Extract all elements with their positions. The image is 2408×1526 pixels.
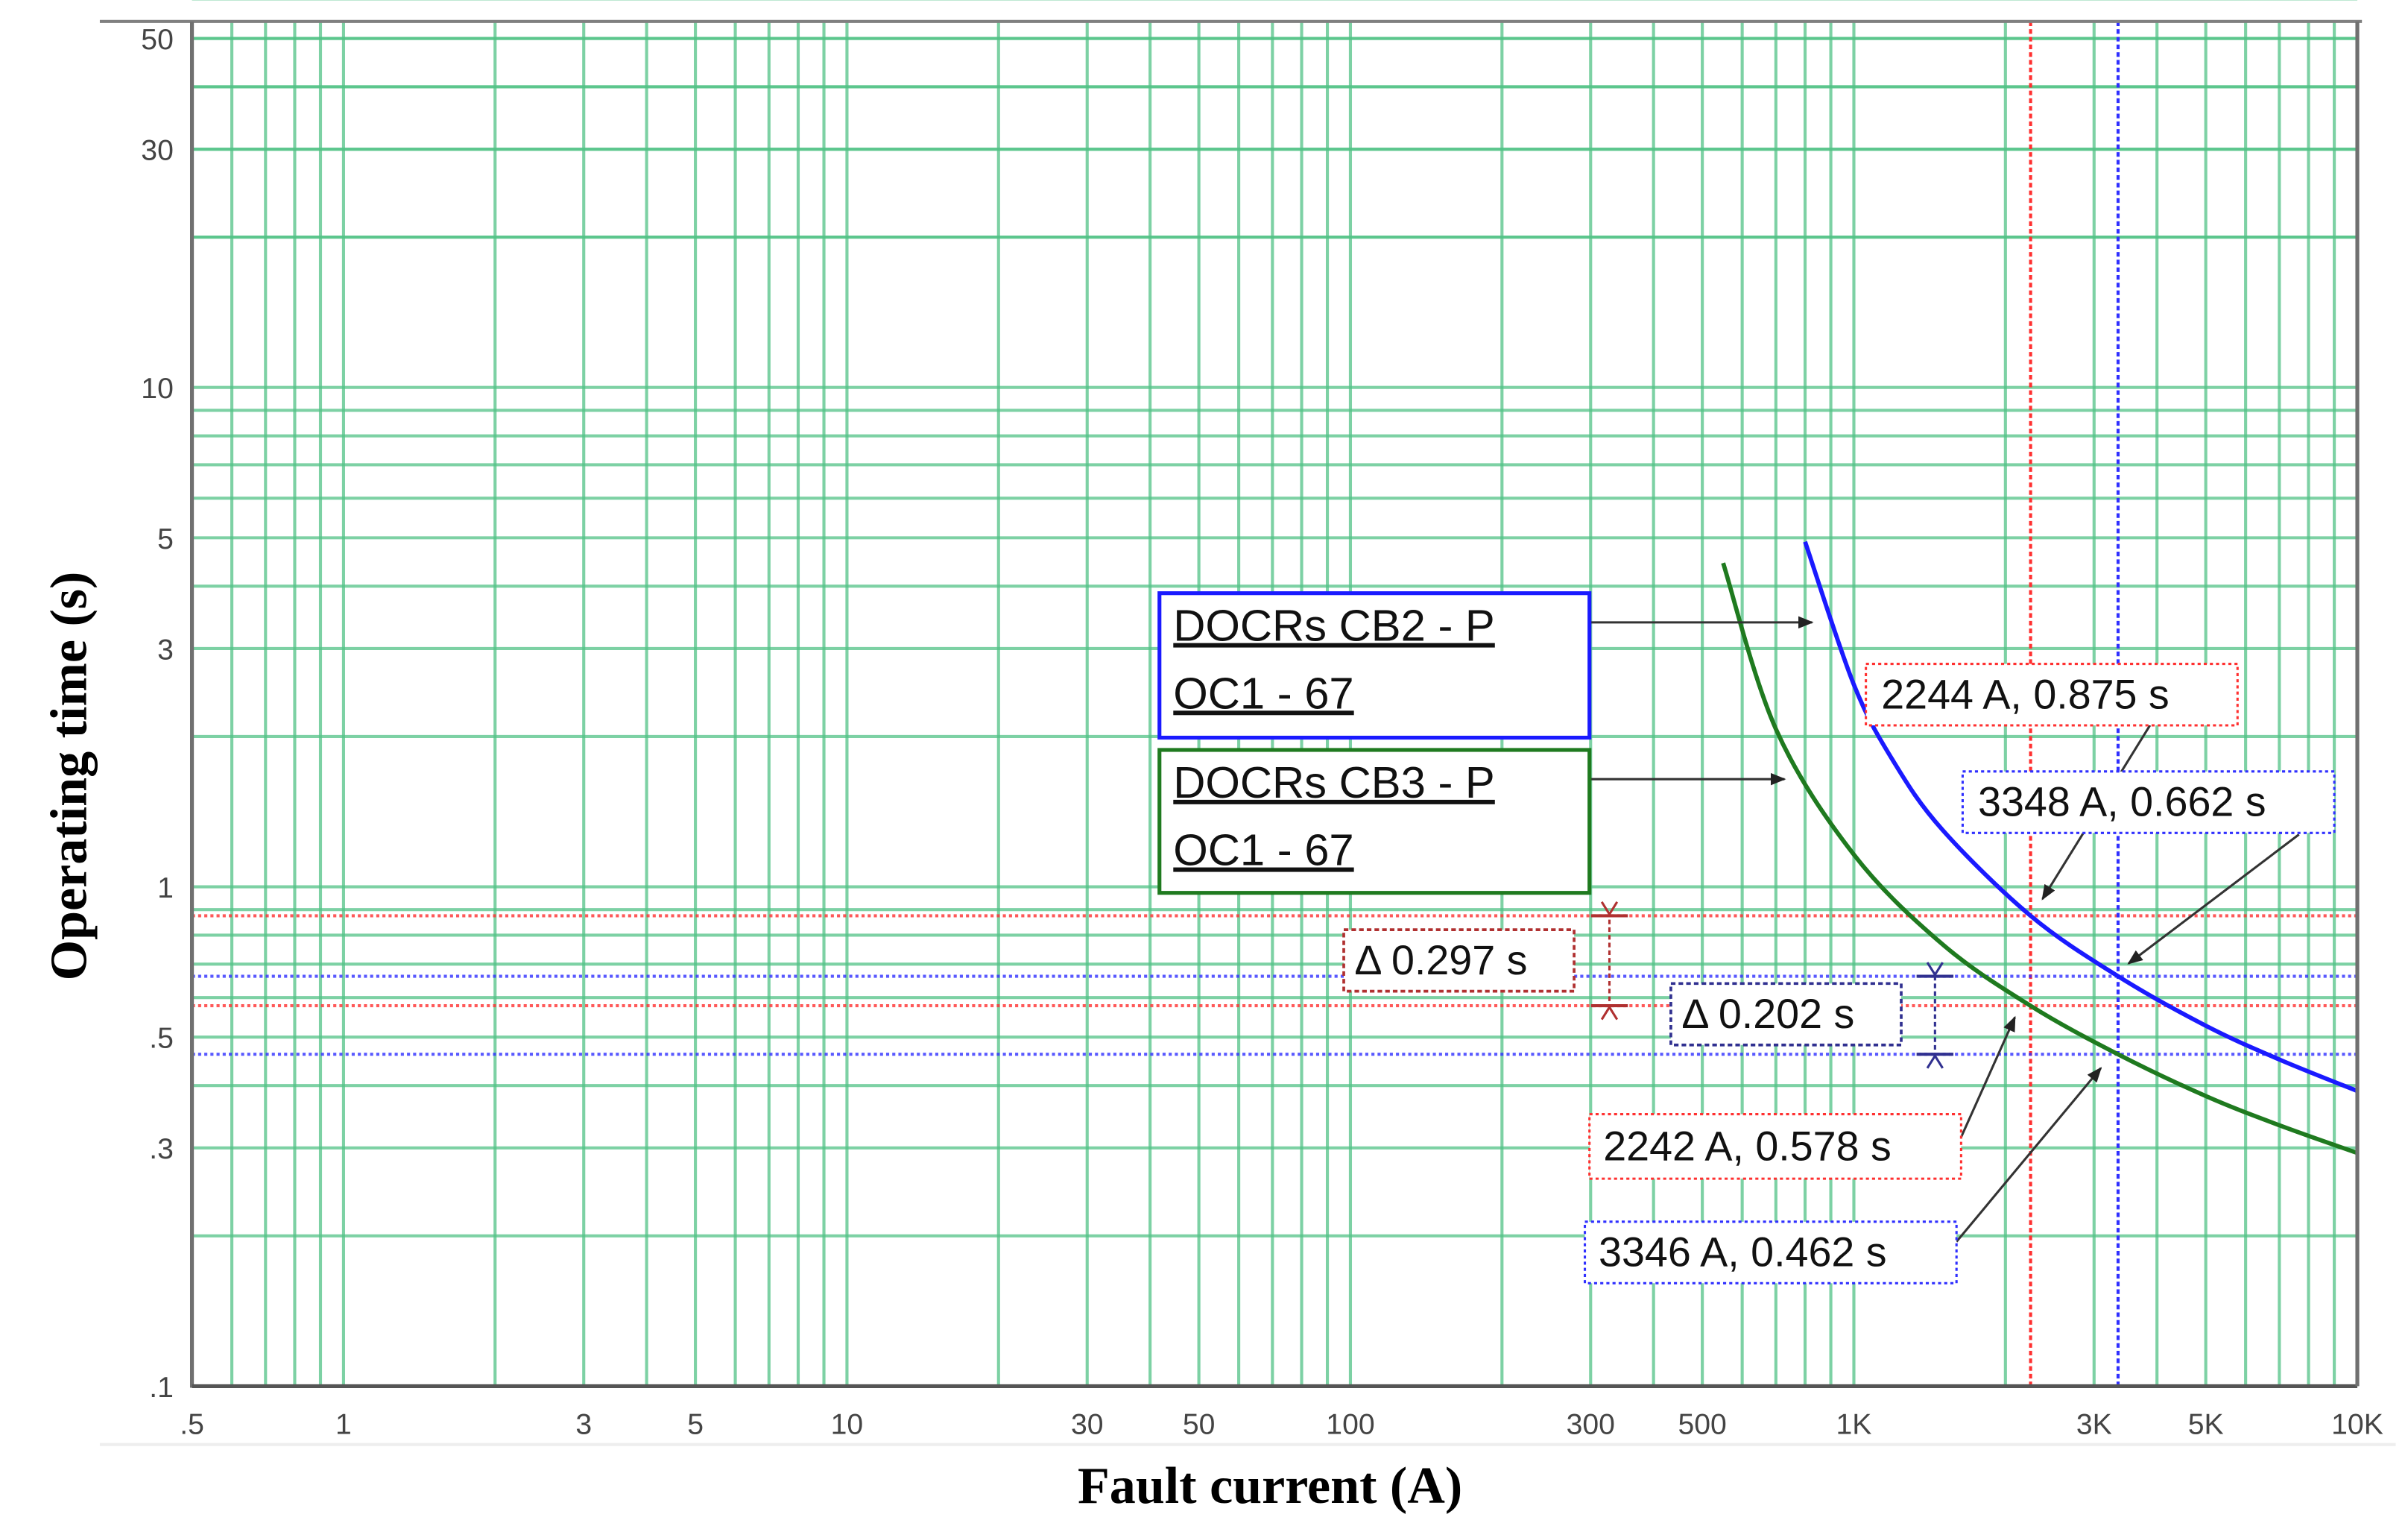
legend-cb2-line1: DOCRs CB2 - P [1173,601,1495,651]
x-tick-label: 30 [1071,1408,1104,1440]
x-tick-label: 300 [1567,1408,1615,1440]
x-tick-label: 3K [2076,1408,2112,1440]
y-tick-label: 3 [157,634,174,666]
annotation-2242: 2242 A, 0.578 s [1588,1112,1962,1180]
x-tick-label: 10 [831,1408,864,1440]
legend-cb2: DOCRs CB2 - P OC1 - 67 [1157,591,1592,740]
annotation-2244: 2244 A, 0.875 s [1865,662,2239,727]
delta-297-text: Δ 0.297 s [1354,937,1527,983]
x-tick-label: .5 [180,1408,204,1440]
x-tick-label: 1K [1836,1408,1872,1440]
curves [1721,540,2359,1155]
y-tick-label: 5 [157,523,174,555]
annotation-2244-text: 2244 A, 0.875 s [1881,671,2170,717]
y-tick-label: 10 [141,373,174,405]
y-tick-label: 1 [157,872,174,904]
x-tick-label: 10K [2331,1408,2383,1440]
y-tick-label: .1 [149,1372,174,1404]
delta-202-marker-arrow-icon [1926,1053,1944,1069]
arrow-3348 [2127,833,2300,965]
x-tick-label: 50 [1183,1408,1216,1440]
y-axis-title: Operating time (s) [40,572,98,981]
annotation-3346: 3346 A, 0.462 s [1583,1220,1958,1284]
x-tick-label: 3 [575,1408,592,1440]
x-tick-label: 1 [335,1408,352,1440]
x-tick-label: 100 [1326,1408,1374,1440]
delta-297-marker-arrow-icon [1600,1005,1619,1021]
x-axis-title: Fault current (A) [1078,1457,1462,1515]
annotation-2242-text: 2242 A, 0.578 s [1603,1123,1892,1169]
delta-297-label: Δ 0.297 s [1342,928,1576,993]
y-tick-label: 30 [141,135,174,167]
x-tick-label: 500 [1678,1408,1726,1440]
annotation-3346-text: 3346 A, 0.462 s [1599,1229,1887,1276]
x-tick-label: 5 [687,1408,704,1440]
protection-coordination-chart: .5 1 3 5 10 30 50 100 300 500 1K 3K 5K 10K 50 30 10 5 3 1 .5… [40,0,2396,1515]
annotation-3348-text: 3348 A, 0.662 s [1978,779,2266,825]
curve-cb3 [1721,562,2358,1155]
arrow-3346 [1955,1067,2102,1243]
x-tick-label: 5K [2188,1408,2224,1440]
delta-202-label: Δ 0.202 s [1669,982,1903,1047]
delta-202-text: Δ 0.202 s [1681,991,1854,1037]
legend-cb3-line1: DOCRs CB3 - P [1173,757,1495,807]
y-tick-label: .3 [149,1133,174,1165]
legend-cb3: DOCRs CB3 - P OC1 - 67 [1157,748,1592,895]
legend-cb3-line2: OC1 - 67 [1173,825,1353,875]
delta-297-marker-arrow-icon [1600,901,1619,917]
legend-cb2-line2: OC1 - 67 [1173,668,1353,718]
annotation-3348: 3348 A, 0.662 s [1961,770,2336,834]
y-tick-label: .5 [149,1023,174,1055]
y-tick-label: 50 [141,24,174,56]
